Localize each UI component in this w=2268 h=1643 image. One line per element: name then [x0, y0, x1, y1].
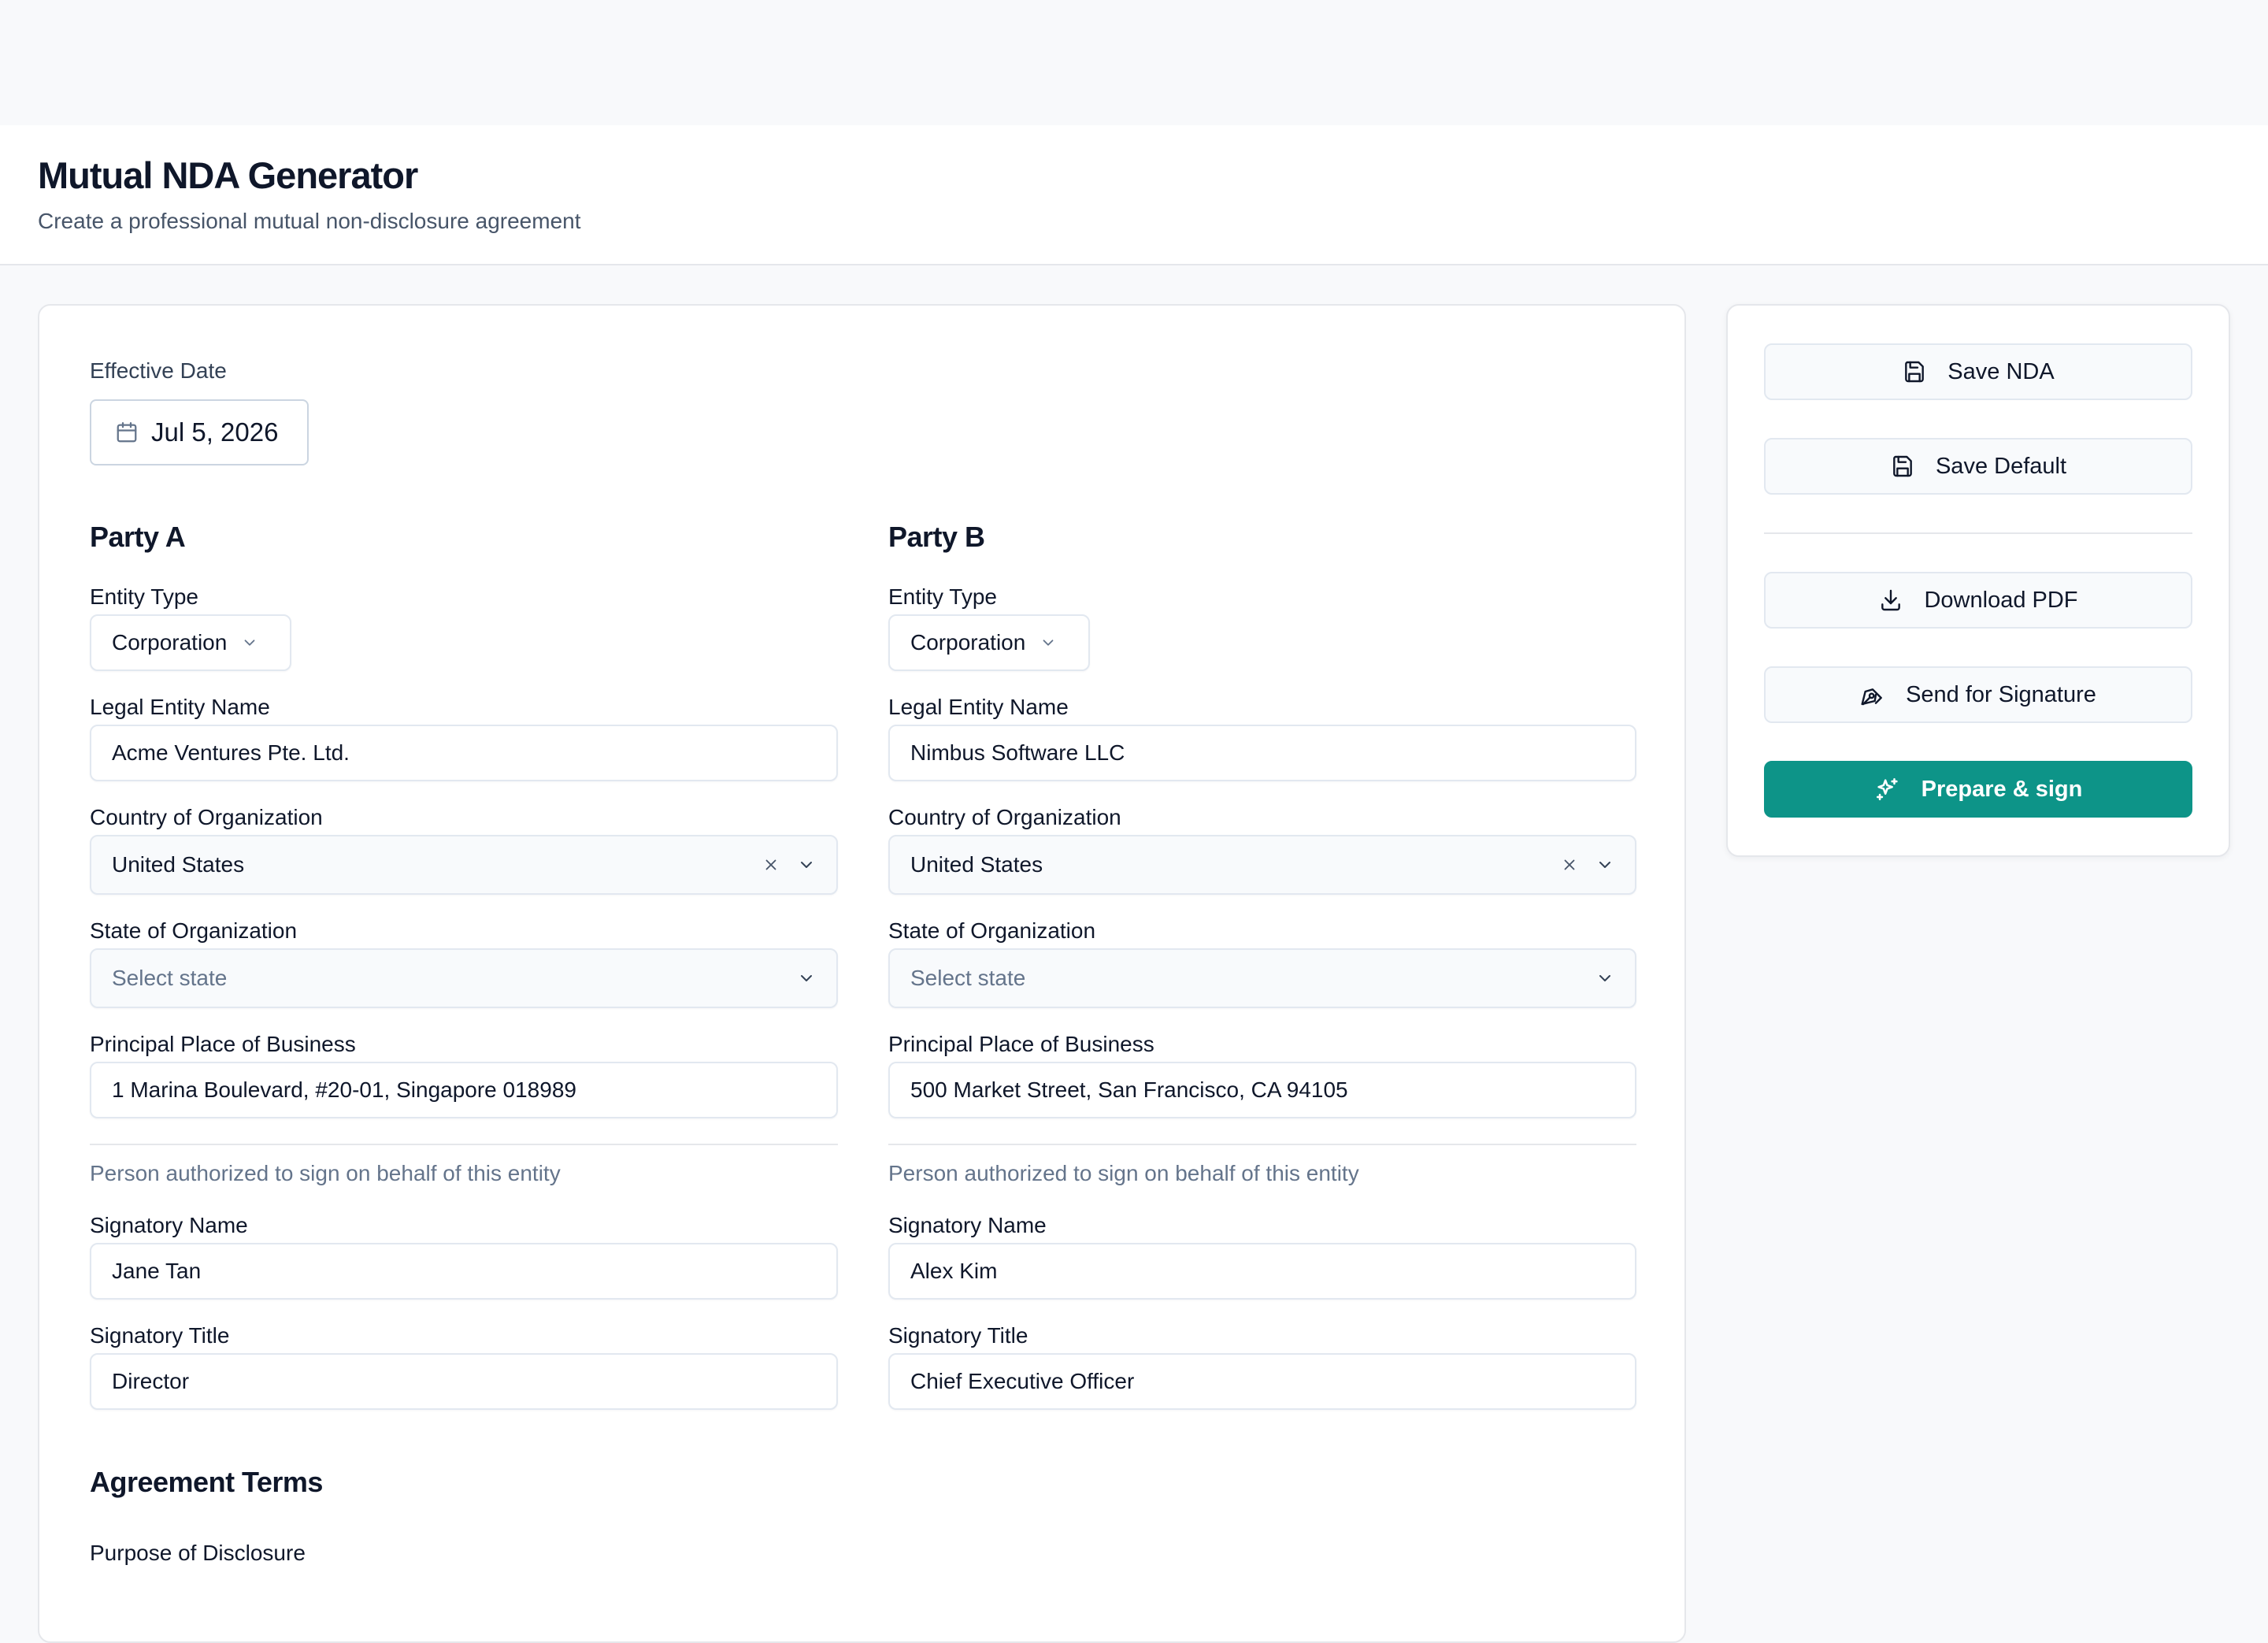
party-a-legal-name-input[interactable]: Acme Ventures Pte. Ltd. [90, 725, 838, 781]
agreement-terms-title: Agreement Terms [90, 1466, 323, 1498]
close-icon[interactable] [1561, 856, 1578, 873]
party-a-entity-type-value: Corporation [112, 630, 228, 655]
party-a-title: Party A [90, 521, 186, 553]
send-for-signature-button[interactable]: Send for Signature [1764, 666, 2192, 723]
party-a-signatory-title-value: Director [112, 1369, 190, 1393]
party-a-entity-type-select[interactable]: Corporation [90, 614, 291, 671]
party-a-divider [90, 1144, 838, 1145]
chevron-down-icon [1040, 634, 1057, 651]
party-a-country-label: Country of Organization [90, 805, 323, 829]
party-a-legal-name-label: Legal Entity Name [90, 695, 270, 719]
party-a-address-label: Principal Place of Business [90, 1032, 356, 1056]
party-a-entity-type-label: Entity Type [90, 584, 199, 609]
save-icon [1890, 454, 1915, 479]
party-b-signatory-name-label: Signatory Name [888, 1213, 1047, 1237]
purpose-of-disclosure-label: Purpose of Disclosure [90, 1541, 306, 1565]
party-a-country-value: United States [112, 852, 245, 877]
save-default-button[interactable]: Save Default [1764, 438, 2192, 495]
download-icon [1878, 588, 1903, 613]
party-a-signatory-name-input[interactable]: Jane Tan [90, 1243, 838, 1300]
download-pdf-label: Download PDF [1924, 587, 2078, 613]
party-a-state-placeholder: Select state [112, 966, 228, 990]
page-subtitle: Create a professional mutual non-disclos… [38, 209, 581, 233]
actions-divider [1764, 532, 2192, 534]
party-b-address-input[interactable]: 500 Market Street, San Francisco, CA 941… [888, 1062, 1636, 1118]
party-b-legal-name-label: Legal Entity Name [888, 695, 1069, 719]
party-a-state-select[interactable]: Select state [90, 948, 838, 1008]
party-b-divider [888, 1144, 1636, 1145]
party-a-address-input[interactable]: 1 Marina Boulevard, #20-01, Singapore 01… [90, 1062, 838, 1118]
chevron-down-icon [797, 855, 816, 874]
prepare-and-sign-label: Prepare & sign [1921, 776, 2083, 802]
party-a-state-label: State of Organization [90, 918, 298, 943]
save-icon [1902, 359, 1927, 384]
party-a-signatory-title-label: Signatory Title [90, 1323, 230, 1348]
party-b-country-label: Country of Organization [888, 805, 1121, 829]
party-b-country-select[interactable]: United States [888, 835, 1636, 895]
party-b-signatory-hint: Person authorized to sign on behalf of t… [888, 1161, 1359, 1185]
party-b-signatory-title-input[interactable]: Chief Executive Officer [888, 1353, 1636, 1410]
chevron-down-icon [1595, 969, 1614, 988]
effective-date-label: Effective Date [90, 358, 227, 383]
send-for-signature-label: Send for Signature [1906, 681, 2096, 707]
sparkles-icon [1874, 776, 1901, 803]
party-a-legal-name-value: Acme Ventures Pte. Ltd. [112, 740, 350, 765]
party-b-signatory-title-value: Chief Executive Officer [910, 1369, 1135, 1393]
chevron-down-icon [1595, 855, 1614, 874]
page-header: Mutual NDA Generator Create a profession… [0, 125, 2268, 265]
pen-icon [1860, 682, 1885, 707]
party-a-signatory-hint: Person authorized to sign on behalf of t… [90, 1161, 561, 1185]
effective-date-picker[interactable]: Jul 5, 2026 [90, 399, 309, 465]
page-title: Mutual NDA Generator [38, 154, 418, 196]
party-b-signatory-name-value: Alex Kim [910, 1259, 998, 1283]
party-b-address-label: Principal Place of Business [888, 1032, 1154, 1056]
party-b-legal-name-input[interactable]: Nimbus Software LLC [888, 725, 1636, 781]
party-b-title: Party B [888, 521, 985, 553]
party-b-country-value: United States [910, 852, 1043, 877]
chevron-down-icon [797, 969, 816, 988]
save-default-label: Save Default [1935, 453, 2067, 479]
party-b-entity-type-select[interactable]: Corporation [888, 614, 1090, 671]
party-a-address-value: 1 Marina Boulevard, #20-01, Singapore 01… [112, 1077, 576, 1102]
party-b-signatory-name-input[interactable]: Alex Kim [888, 1243, 1636, 1300]
party-b-state-label: State of Organization [888, 918, 1096, 943]
close-icon[interactable] [762, 856, 780, 873]
calendar-icon [115, 421, 139, 444]
party-b-entity-type-value: Corporation [910, 630, 1026, 655]
party-a-signatory-name-value: Jane Tan [112, 1259, 202, 1283]
party-a-country-select[interactable]: United States [90, 835, 838, 895]
party-a-signatory-title-input[interactable]: Director [90, 1353, 838, 1410]
effective-date-value: Jul 5, 2026 [151, 417, 279, 447]
party-b-signatory-title-label: Signatory Title [888, 1323, 1028, 1348]
chevron-down-icon [241, 634, 258, 651]
party-b-entity-type-label: Entity Type [888, 584, 998, 609]
party-b-state-select[interactable]: Select state [888, 948, 1636, 1008]
party-a-signatory-name-label: Signatory Name [90, 1213, 248, 1237]
party-b-legal-name-value: Nimbus Software LLC [910, 740, 1125, 765]
save-nda-label: Save NDA [1947, 358, 2055, 384]
party-b-state-placeholder: Select state [910, 966, 1026, 990]
prepare-and-sign-button[interactable]: Prepare & sign [1764, 761, 2192, 818]
download-pdf-button[interactable]: Download PDF [1764, 572, 2192, 629]
party-b-address-value: 500 Market Street, San Francisco, CA 941… [910, 1077, 1348, 1102]
save-nda-button[interactable]: Save NDA [1764, 343, 2192, 400]
